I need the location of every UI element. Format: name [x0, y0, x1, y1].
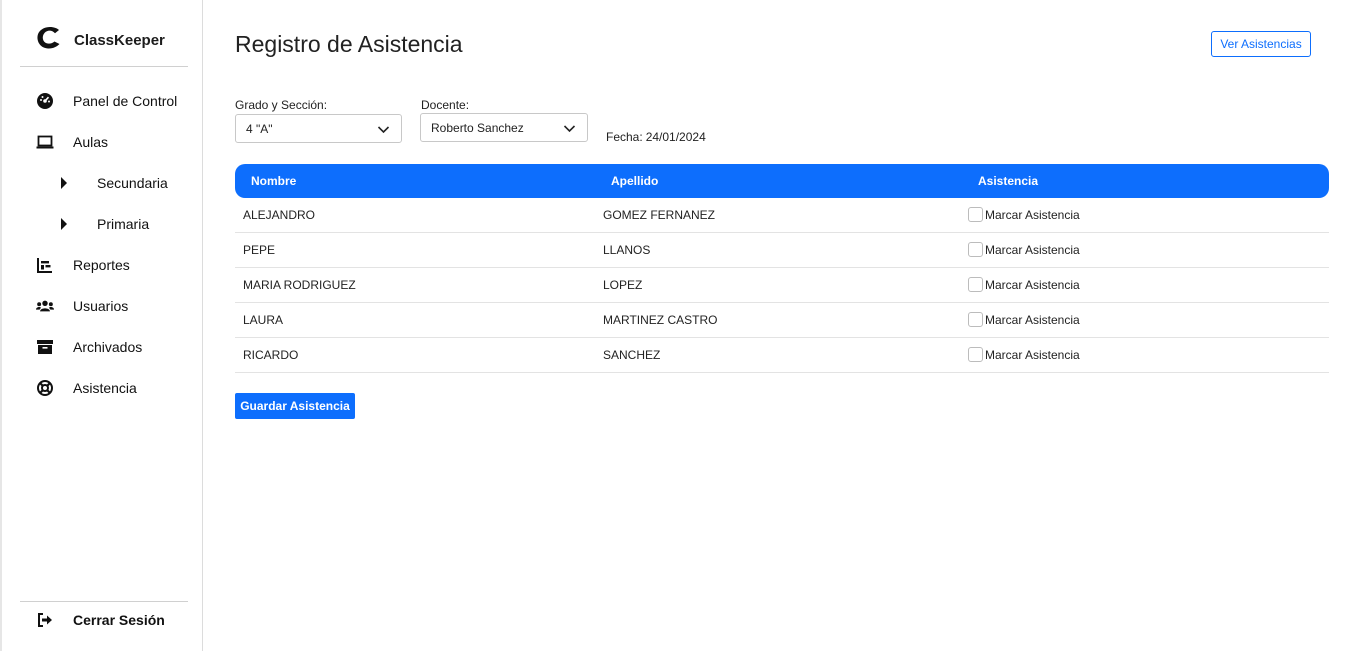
attendance-checkbox-label[interactable]: Marcar Asistencia — [968, 312, 1080, 327]
column-header-asistencia: Asistencia — [978, 174, 1039, 188]
cell-apellido: LLANOS — [603, 243, 651, 257]
attendance-label: Marcar Asistencia — [985, 242, 1080, 257]
sidebar-item-label: Reportes — [73, 257, 130, 273]
cell-nombre: LAURA — [243, 313, 284, 327]
sidebar-item-primaria[interactable]: Primaria — [60, 213, 149, 235]
table-header: Nombre Apellido Asistencia — [235, 164, 1329, 198]
date-value: 24/01/2024 — [645, 130, 706, 144]
attendance-checkbox-label[interactable]: Marcar Asistencia — [968, 277, 1080, 292]
attendance-checkbox-label[interactable]: Marcar Asistencia — [968, 242, 1080, 257]
cell-nombre: RICARDO — [243, 348, 299, 362]
sidebar-item-label: Panel de Control — [73, 93, 178, 109]
lifering-icon — [34, 379, 56, 397]
attendance-checkbox-label[interactable]: Marcar Asistencia — [968, 207, 1080, 222]
dashboard-icon — [34, 92, 56, 110]
archive-icon — [34, 338, 56, 356]
cell-nombre: ALEJANDRO — [243, 208, 316, 222]
sidebar-item-secundaria[interactable]: Secundaria — [60, 172, 168, 194]
sidebar-item-aulas[interactable]: Aulas — [34, 131, 108, 153]
table-row: PEPE LLANOS Marcar Asistencia — [235, 233, 1329, 268]
sidebar-item-asistencia[interactable]: Asistencia — [34, 377, 137, 399]
logout-label: Cerrar Sesión — [73, 612, 165, 628]
column-header-apellido: Apellido — [611, 174, 659, 188]
table-row: RICARDO SANCHEZ Marcar Asistencia — [235, 338, 1329, 373]
cell-apellido: SANCHEZ — [603, 348, 661, 362]
sidebar-item-panel-de-control[interactable]: Panel de Control — [34, 90, 177, 112]
sidebar-item-label: Archivados — [73, 339, 143, 355]
sidebar-divider-bottom — [20, 601, 188, 602]
attendance-checkbox[interactable] — [968, 207, 983, 222]
sidebar-divider-top — [20, 66, 188, 67]
classkeeper-logo-icon — [35, 25, 63, 56]
cell-apellido: MARTINEZ CASTRO — [603, 313, 718, 327]
sidebar-item-usuarios[interactable]: Usuarios — [34, 295, 128, 317]
sign-out-icon — [34, 611, 56, 629]
attendance-label: Marcar Asistencia — [985, 312, 1080, 327]
chart-icon — [34, 256, 56, 274]
page-title: Registro de Asistencia — [235, 31, 463, 57]
sidebar-item-archivados[interactable]: Archivados — [34, 336, 142, 358]
column-header-nombre: Nombre — [251, 174, 297, 188]
caret-right-icon — [60, 218, 72, 230]
attendance-label: Marcar Asistencia — [985, 347, 1080, 362]
save-attendance-button[interactable]: Guardar Asistencia — [235, 393, 355, 419]
chevron-down-icon — [377, 126, 390, 134]
date-display: Fecha: 24/01/2024 — [606, 130, 706, 144]
sidebar-item-label: Primaria — [97, 216, 150, 232]
view-attendance-button[interactable]: Ver Asistencias — [1211, 31, 1311, 57]
attendance-label: Marcar Asistencia — [985, 277, 1080, 292]
sidebar-item-label: Aulas — [73, 134, 109, 150]
app-name: ClassKeeper — [74, 32, 165, 49]
caret-right-icon — [60, 177, 72, 189]
attendance-checkbox[interactable] — [968, 312, 983, 327]
cell-apellido: LOPEZ — [603, 278, 643, 292]
attendance-checkbox-label[interactable]: Marcar Asistencia — [968, 347, 1080, 362]
attendance-checkbox[interactable] — [968, 242, 983, 257]
sidebar-item-label: Secundaria — [97, 175, 168, 191]
sidebar-item-label: Asistencia — [73, 380, 137, 396]
table-row: LAURA MARTINEZ CASTRO Marcar Asistencia — [235, 303, 1329, 338]
sidebar: ClassKeeper Panel de Control Aulas Secun… — [0, 0, 203, 651]
grade-label: Grado y Sección: — [235, 98, 328, 112]
laptop-icon — [34, 133, 56, 151]
cell-nombre: PEPE — [243, 243, 276, 257]
table-row: MARIA RODRIGUEZ LOPEZ Marcar Asistencia — [235, 268, 1329, 303]
sidebar-item-label: Usuarios — [73, 298, 129, 314]
attendance-label: Marcar Asistencia — [985, 207, 1080, 222]
cell-apellido: GOMEZ FERNANEZ — [603, 208, 716, 222]
attendance-checkbox[interactable] — [968, 277, 983, 292]
teacher-label: Docente: — [421, 98, 470, 112]
brand[interactable]: ClassKeeper — [35, 25, 165, 56]
teacher-select[interactable]: Roberto Sanchez — [420, 113, 588, 142]
date-label: Fecha: — [606, 130, 643, 144]
users-icon — [34, 297, 56, 315]
attendance-checkbox[interactable] — [968, 347, 983, 362]
chevron-down-icon — [563, 125, 576, 133]
sidebar-item-reportes[interactable]: Reportes — [34, 254, 130, 276]
table-row: ALEJANDRO GOMEZ FERNANEZ Marcar Asistenc… — [235, 198, 1329, 233]
logout-button[interactable]: Cerrar Sesión — [34, 609, 165, 631]
grade-select-value: 4 "A" — [246, 121, 273, 136]
cell-nombre: MARIA RODRIGUEZ — [243, 278, 356, 292]
grade-select[interactable]: 4 "A" — [235, 114, 402, 143]
teacher-select-value: Roberto Sanchez — [431, 120, 524, 135]
